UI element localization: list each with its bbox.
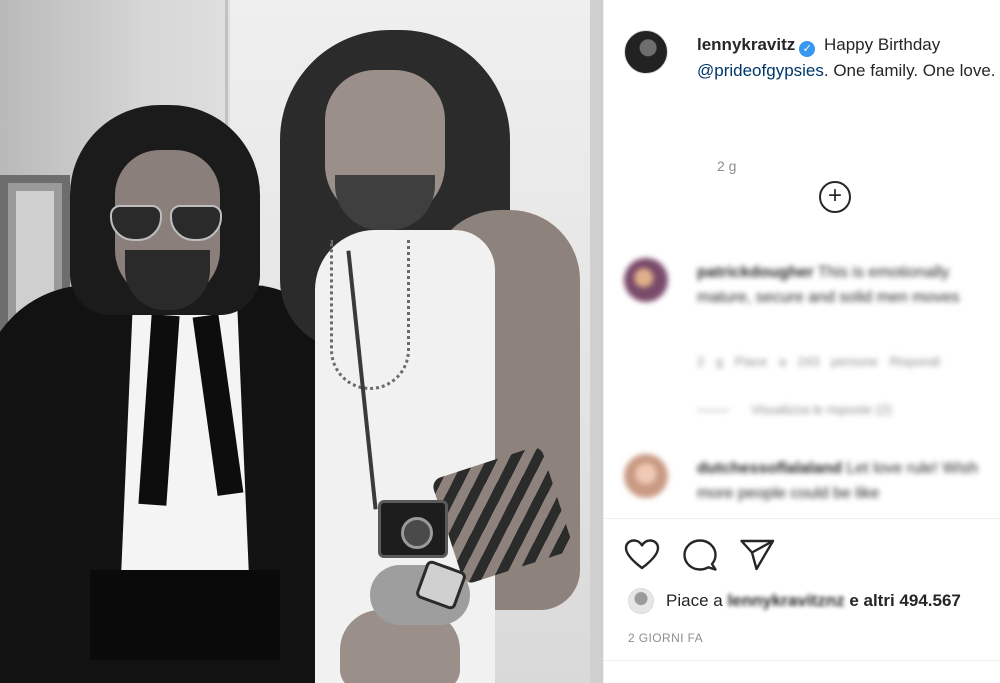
person-left-sunglasses	[110, 205, 225, 245]
likes-summary[interactable]: Piace a lennykravitznz e altri 494.567	[628, 588, 998, 614]
section-divider	[604, 660, 1000, 661]
commenter-username[interactable]: patrickdougher	[697, 264, 813, 281]
person-left-cummerbund	[90, 570, 280, 660]
post-date[interactable]: 2 GIORNI FA	[628, 631, 703, 645]
comments-list: patrickdougher This is emotionally matur…	[624, 258, 994, 516]
liker-username[interactable]: lennykravitznz	[727, 591, 844, 610]
post-photo[interactable]	[0, 0, 603, 683]
section-divider	[604, 518, 1000, 519]
author-avatar[interactable]	[624, 30, 668, 74]
comment-text: dutchessoflalaland Let love rule! Wish m…	[697, 456, 987, 506]
heart-icon[interactable]	[624, 538, 660, 572]
likes-prefix: Piace a	[666, 591, 723, 610]
view-replies-label: Visualizza le risposte (2)	[751, 402, 892, 417]
comment-icon[interactable]	[682, 538, 718, 572]
liker-avatar[interactable]	[628, 588, 654, 614]
reply-button[interactable]: Rispondi	[890, 354, 941, 369]
commenter-avatar[interactable]	[624, 454, 668, 498]
comment-age: 2 g	[697, 354, 724, 369]
comment-text: patrickdougher This is emotionally matur…	[697, 260, 987, 310]
person-right-necklace	[330, 240, 410, 390]
commenter-avatar[interactable]	[624, 258, 668, 302]
likes-count[interactable]: e altri 494.567	[849, 591, 961, 610]
action-bar	[624, 538, 824, 572]
caption-body: Happy Birthday	[824, 35, 941, 54]
verified-badge-icon: ✓	[799, 41, 816, 57]
caption-text: lennykravitz ✓ Happy Birthday @prideofgyp…	[697, 32, 997, 84]
caption-age: 2 g	[717, 158, 737, 174]
camera	[378, 500, 448, 558]
post-details-panel: lennykravitz ✓ Happy Birthday @prideofgyp…	[603, 0, 1000, 683]
commenter-username[interactable]: dutchessoflalaland	[697, 460, 842, 477]
plus-circle-icon[interactable]: +	[819, 181, 851, 213]
author-username[interactable]: lennykravitz	[697, 35, 795, 54]
caption-mention[interactable]: @prideofgypsies	[697, 61, 824, 80]
likes-text: Piace a lennykravitznz e altri 494.567	[666, 588, 961, 614]
caption-rest: . One family. One love.	[823, 61, 996, 80]
paper-plane-icon[interactable]	[739, 538, 775, 572]
comment-likes[interactable]: Piace a 243 persone	[735, 354, 878, 369]
view-replies-button[interactable]: Visualizza le risposte (2)	[697, 402, 892, 417]
comment-meta: 2 g Piace a 243 persone Rispondi	[697, 354, 940, 369]
